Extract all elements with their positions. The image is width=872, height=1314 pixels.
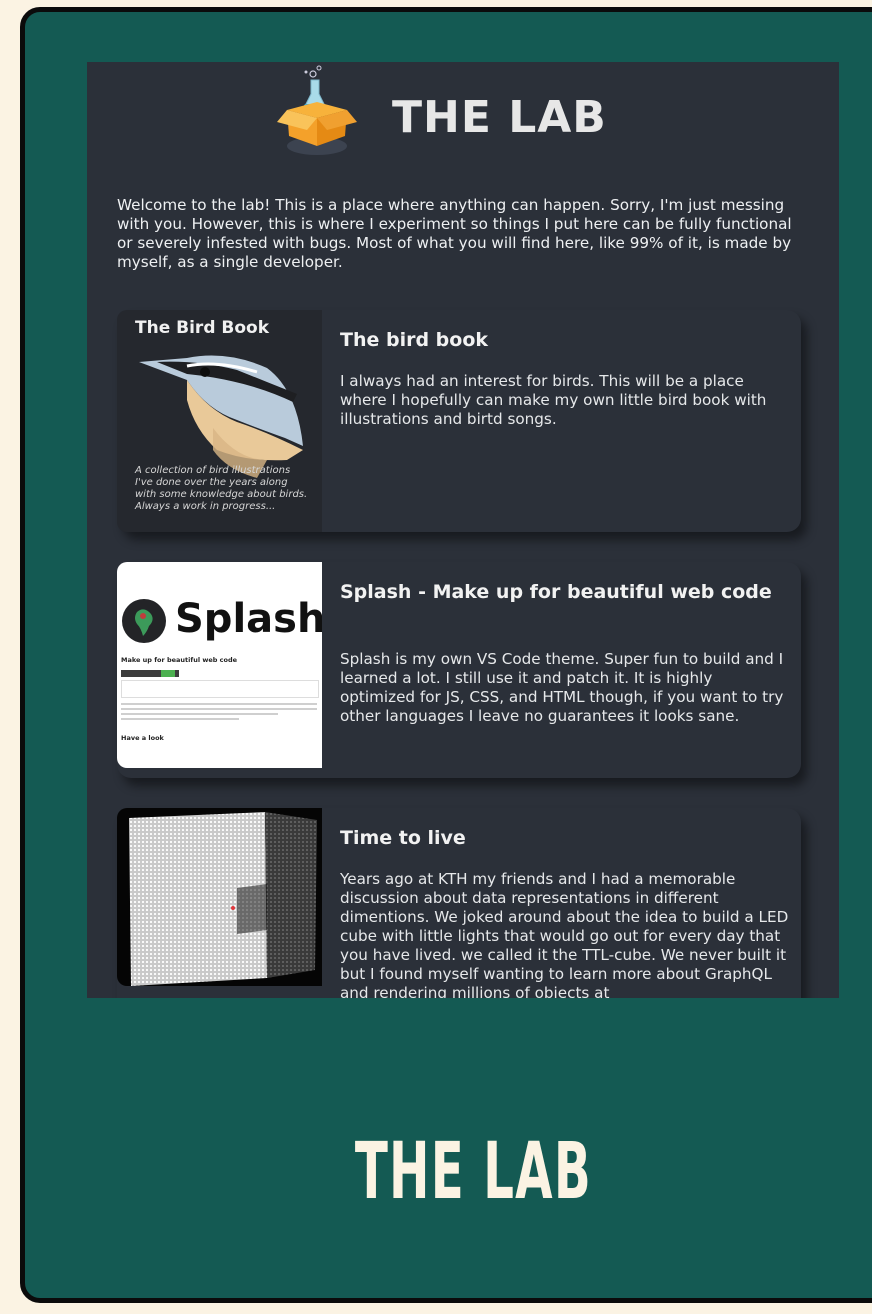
ttl-cube-thumbnail[interactable] — [117, 808, 322, 986]
intro-text: Welcome to the lab! This is a place wher… — [117, 196, 792, 271]
project-card-time-to-live[interactable]: Time to live Years ago at KTH my friends… — [117, 808, 801, 998]
splash-thumbnail[interactable]: Splash Make up for beautiful web code Ha… — [117, 562, 322, 768]
project-title[interactable]: Splash - Make up for beautiful web code — [340, 580, 790, 604]
project-card-bird-book[interactable]: The Bird Book A collection of bird illus… — [117, 310, 801, 532]
splash-thumb-subtitle: Make up for beautiful web code — [121, 656, 238, 664]
project-description: Years ago at KTH my friends and I had a … — [340, 870, 789, 998]
footer-title: THE LAB — [354, 1127, 592, 1217]
splash-thumb-badge-green — [161, 670, 175, 677]
screenshot-panel: THE LAB Welcome to the lab! This is a pl… — [87, 62, 839, 998]
lab-box-flask-icon[interactable] — [275, 64, 359, 164]
site-header: THE LAB — [87, 62, 839, 182]
led-cube-render — [129, 812, 317, 986]
card-frame: THE LAB Welcome to the lab! This is a pl… — [20, 7, 872, 1303]
project-title[interactable]: Time to live — [340, 826, 790, 850]
project-title[interactable]: The bird book — [340, 328, 790, 352]
site-title[interactable]: THE LAB — [392, 92, 607, 143]
splash-thumb-section: Have a look — [121, 734, 164, 742]
splash-thumb-text-lines — [121, 700, 317, 723]
splash-thumb-title: Splash — [175, 596, 322, 642]
project-description: I always had an interest for birds. This… — [340, 372, 767, 428]
project-description: Splash is my own VS Code theme. Super fu… — [340, 650, 784, 725]
splash-logo-icon — [121, 598, 167, 648]
project-card-splash[interactable]: Splash Make up for beautiful web code Ha… — [117, 562, 801, 778]
bird-book-thumb-caption: A collection of bird illustrations I've … — [135, 465, 308, 512]
splash-thumb-note — [121, 680, 319, 698]
bird-book-thumbnail[interactable]: The Bird Book A collection of bird illus… — [117, 310, 322, 532]
